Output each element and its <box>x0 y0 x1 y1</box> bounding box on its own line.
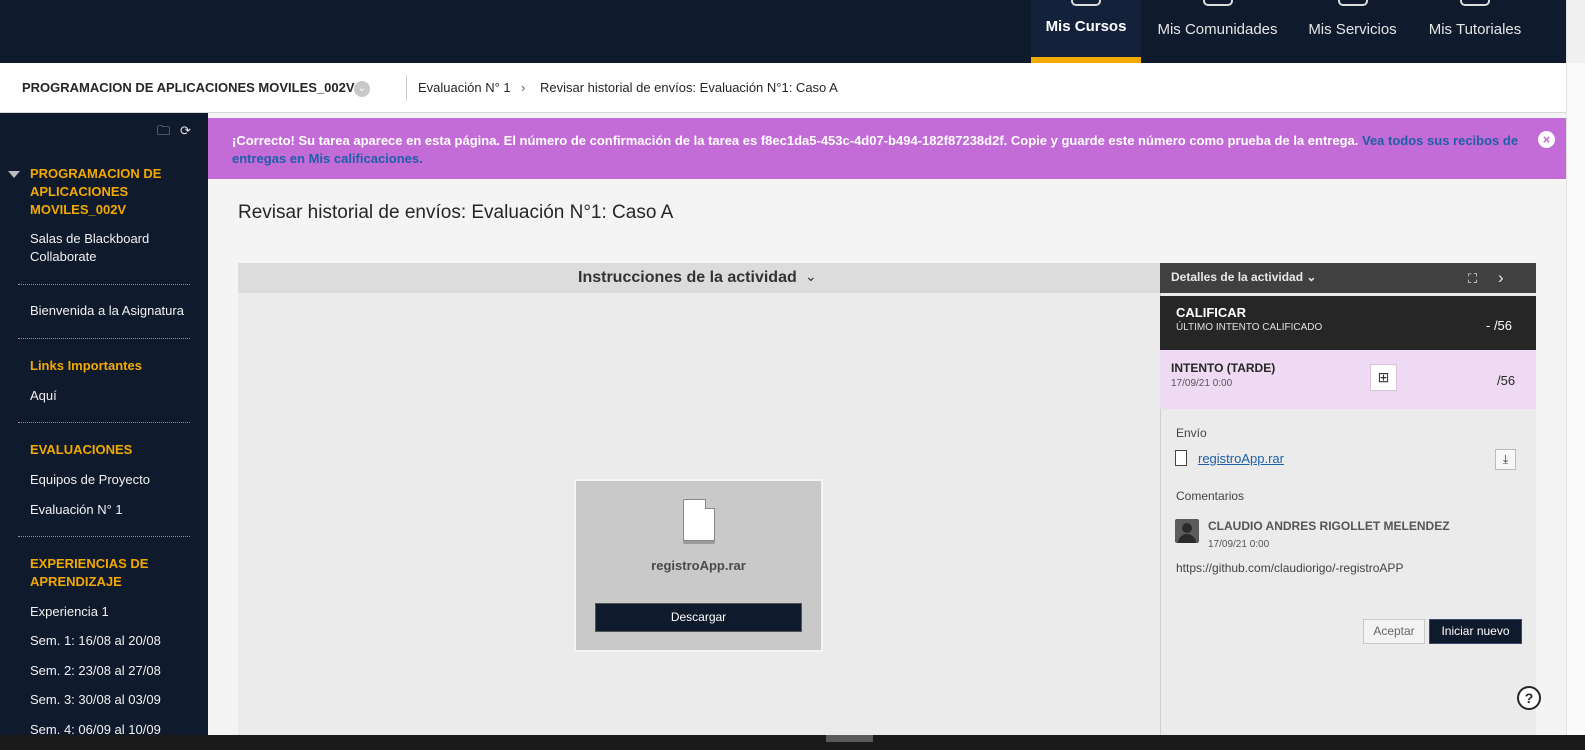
sidebar-item-sem-3[interactable]: Sem. 3: 30/08 al 03/09 <box>30 691 200 709</box>
chevron-down-icon[interactable]: ⌄ <box>805 268 817 285</box>
attempt-title: INTENTO (TARDE) <box>1171 361 1276 375</box>
help-icon[interactable]: ? <box>1517 686 1541 710</box>
close-icon[interactable]: × <box>1538 131 1555 148</box>
sidebar-item-equipos[interactable]: Equipos de Proyecto <box>30 471 200 489</box>
accept-button[interactable]: Aceptar <box>1363 619 1425 644</box>
breadcrumb-item-current: Revisar historial de envíos: Evaluación … <box>540 80 838 95</box>
sidebar-item-sem-4[interactable]: Sem. 4: 06/09 al 10/09 <box>30 721 200 735</box>
course-menu-tools: 🗀 ⟳ <box>157 122 201 144</box>
chevron-down-icon[interactable]: ⌄ <box>354 81 370 97</box>
sidebar-item-sem-2[interactable]: Sem. 2: 23/08 al 27/08 <box>30 662 200 680</box>
attempt-value: /56 <box>1497 373 1516 388</box>
tab-mis-servicios[interactable]: Mis Servicios <box>1300 0 1405 63</box>
comment-text: https://github.com/claudiorigo/-registro… <box>1176 561 1404 575</box>
sidebar-divider <box>18 422 190 423</box>
submission-label: Envío <box>1176 426 1207 440</box>
tab-mis-tutoriales[interactable]: Mis Tutoriales <box>1420 0 1530 63</box>
expand-icon[interactable]: ⛶ <box>1468 271 1484 287</box>
sidebar-item-collaborate[interactable]: Salas de Blackboard Collaborate <box>30 230 200 266</box>
avatar <box>1175 519 1199 543</box>
folder-icon[interactable]: 🗀 <box>157 123 170 138</box>
sidebar-divider <box>18 536 190 537</box>
course-title-link[interactable]: PROGRAMACION DE APLICACIONES MOVILES_002… <box>22 80 355 95</box>
courses-icon <box>1071 0 1101 6</box>
refresh-icon[interactable]: ⟳ <box>180 123 191 138</box>
instructions-label[interactable]: Instrucciones de la actividad <box>578 269 797 287</box>
page-title: Revisar historial de envíos: Evaluación … <box>238 202 674 223</box>
horizontal-scrollbar[interactable] <box>0 735 1585 750</box>
sidebar-item-evaluacion-1[interactable]: Evaluación N° 1 <box>30 501 200 519</box>
submission-file-link[interactable]: registroApp.rar <box>1198 451 1284 466</box>
services-icon <box>1337 0 1368 6</box>
tab-mis-comunidades[interactable]: Mis Comunidades <box>1150 0 1285 63</box>
download-icon[interactable]: ⤓ <box>1495 449 1516 470</box>
sidebar-item-sem-1[interactable]: Sem. 1: 16/08 al 20/08 <box>30 632 200 650</box>
breadcrumb-item-evaluacion[interactable]: Evaluación N° 1 <box>418 80 511 95</box>
sidebar-header-evaluaciones: EVALUACIONES <box>30 442 133 457</box>
sidebar-item-bienvenida[interactable]: Bienvenida a la Asignatura <box>30 302 200 320</box>
breadcrumb: PROGRAMACION DE APLICACIONES MOVILES_002… <box>0 63 1566 113</box>
sidebar-item-aqui[interactable]: Aquí <box>30 387 200 405</box>
grade-subtitle: ÚLTIMO INTENTO CALIFICADO <box>1176 322 1323 333</box>
communities-icon <box>1202 0 1233 6</box>
banner-message: ¡Correcto! Su tarea aparece en esta pági… <box>232 133 1359 148</box>
sidebar-divider <box>18 338 190 339</box>
file-icon <box>683 499 715 541</box>
comment-author: CLAUDIO ANDRES RIGOLLET MELENDEZ <box>1208 519 1450 533</box>
success-banner: ¡Correcto! Su tarea aparece en esta pági… <box>208 118 1566 179</box>
download-button[interactable]: Descargar <box>595 603 802 632</box>
tutorials-icon <box>1460 0 1490 6</box>
page-scrollbar[interactable] <box>1566 0 1585 750</box>
grade-title: CALIFICAR <box>1176 305 1247 320</box>
tab-mis-cursos[interactable]: Mis Cursos <box>1031 0 1141 63</box>
document-icon <box>1175 450 1187 466</box>
grade-value: - /56 <box>1486 318 1513 333</box>
sidebar-divider <box>18 284 190 285</box>
chevron-right-icon[interactable]: › <box>1498 268 1504 288</box>
new-attempt-button[interactable]: Iniciar nuevo <box>1429 619 1522 644</box>
comments-label: Comentarios <box>1176 489 1245 503</box>
attempt-date: 17/09/21 0:00 <box>1171 378 1233 389</box>
activity-details-toggle[interactable]: Detalles de la actividad ⌄ <box>1171 270 1316 284</box>
sidebar-header-links: Links Importantes <box>30 358 142 373</box>
course-menu: 🗀 ⟳ PROGRAMACION DE APLICACIONES MOVILES_… <box>0 113 208 735</box>
breadcrumb-separator: › <box>521 80 526 95</box>
sidebar-header-experiencias: EXPERIENCIAS DE APRENDIZAJE <box>30 556 149 589</box>
file-name: registroApp.rar <box>651 558 746 573</box>
collapse-triangle-icon[interactable] <box>8 171 20 178</box>
comment-date: 17/09/21 0:00 <box>1208 539 1270 550</box>
sidebar-item-experiencia-1[interactable]: Experiencia 1 <box>30 603 200 621</box>
top-navigation: Mis Cursos Mis Comunidades Mis Servicios… <box>0 0 1566 63</box>
grid-icon[interactable]: ⊞ <box>1370 364 1397 391</box>
divider <box>406 75 407 101</box>
course-menu-title[interactable]: PROGRAMACION DE APLICACIONES MOVILES_002… <box>30 165 190 219</box>
